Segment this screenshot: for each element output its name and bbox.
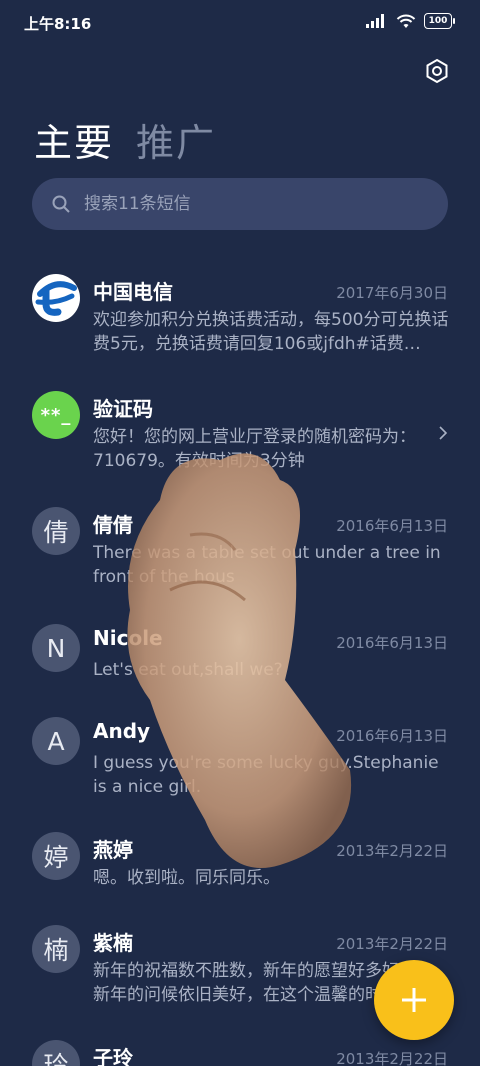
avatar: 倩 bbox=[32, 507, 80, 555]
message-preview: I guess you're some lucky guy.Stephanie … bbox=[93, 753, 439, 797]
search-bar[interactable] bbox=[32, 178, 448, 230]
message-preview: 欢迎参加积分兑换话费活动，每500分可兑换话费5元，兑换话费请回复106或jfd… bbox=[93, 310, 449, 354]
message-preview: Let's eat out,shall we? bbox=[93, 660, 283, 680]
conversation-item[interactable]: **_ 验证码 您好！您的网上营业厅登录的随机密码为：710679。有效时间为3… bbox=[0, 375, 480, 485]
contact-name: 中国电信 bbox=[93, 280, 173, 304]
conversation-item[interactable]: A Andy 2016年6月13日 I guess you're some lu… bbox=[0, 701, 480, 811]
conversation-item[interactable]: 中国电信 2017年6月30日 欢迎参加积分兑换话费活动，每500分可兑换话费5… bbox=[0, 258, 480, 368]
message-preview: 嗯。收到啦。同乐同乐。 bbox=[93, 868, 280, 888]
avatar: A bbox=[32, 717, 80, 765]
contact-name: 验证码 bbox=[93, 397, 153, 421]
message-preview: 您好！您的网上营业厅登录的随机密码为：710679。有效时间为3分钟 bbox=[93, 427, 416, 471]
conversation-item[interactable]: 倩 倩倩 2016年6月13日 There was a table set ou… bbox=[0, 491, 480, 601]
contact-name: Andy bbox=[93, 719, 151, 743]
contact-name: 倩倩 bbox=[93, 513, 133, 537]
status-bar: 上午8:16 100 bbox=[0, 0, 480, 46]
message-date: 2013年2月22日 bbox=[336, 1050, 448, 1066]
status-time: 上午8:16 bbox=[24, 15, 92, 33]
contact-name: 燕婷 bbox=[93, 838, 133, 862]
message-date: 2013年2月22日 bbox=[336, 935, 448, 953]
contact-name: 子玲 bbox=[93, 1046, 133, 1066]
new-message-button[interactable] bbox=[374, 960, 454, 1040]
avatar: 楠 bbox=[32, 925, 80, 973]
message-preview: There was a table set out under a tree i… bbox=[93, 543, 441, 587]
battery-icon: 100 bbox=[424, 13, 455, 29]
avatar: N bbox=[32, 624, 80, 672]
message-date: 2016年6月13日 bbox=[336, 727, 448, 745]
avatar bbox=[32, 274, 80, 322]
avatar: 玲 bbox=[32, 1040, 80, 1066]
china-telecom-logo bbox=[35, 281, 77, 316]
message-date: 2017年6月30日 bbox=[336, 284, 448, 302]
status-icons: 100 bbox=[366, 13, 455, 29]
message-date: 2016年6月13日 bbox=[336, 634, 448, 652]
plus-icon bbox=[402, 988, 426, 1012]
tab-primary[interactable]: 主要 bbox=[34, 112, 114, 167]
wifi-icon bbox=[396, 14, 416, 28]
signal-icon bbox=[366, 14, 384, 28]
contact-name: 紫楠 bbox=[93, 931, 133, 955]
message-date: 2013年2月22日 bbox=[336, 842, 448, 860]
settings-button[interactable] bbox=[424, 58, 450, 84]
message-date: 2016年6月13日 bbox=[336, 517, 448, 535]
avatar: 婷 bbox=[32, 832, 80, 880]
contact-name: Nicole bbox=[93, 626, 163, 650]
tab-promotions[interactable]: 推广 bbox=[136, 112, 216, 167]
search-input[interactable] bbox=[82, 193, 416, 215]
avatar: **_ bbox=[32, 391, 80, 439]
tab-bar: 主要 推广 bbox=[34, 112, 216, 167]
chevron-right-icon bbox=[439, 426, 448, 440]
settings-icon bbox=[426, 58, 448, 84]
search-icon bbox=[52, 195, 70, 213]
